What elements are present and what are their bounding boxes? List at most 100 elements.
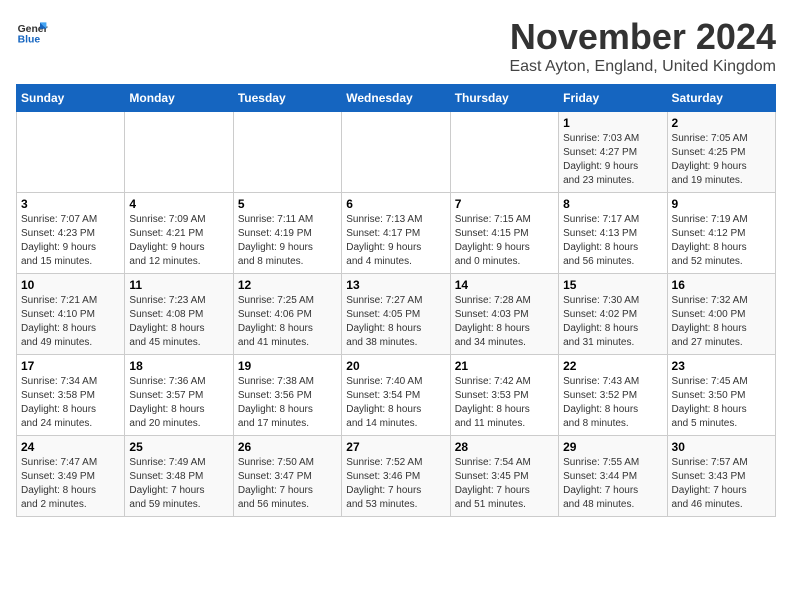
day-cell: 3 Sunrise: 7:07 AM Sunset: 4:23 PM Daylig… xyxy=(17,193,125,274)
day-header-saturday: Saturday xyxy=(667,85,775,112)
calendar-table: SundayMondayTuesdayWednesdayThursdayFrid… xyxy=(16,84,776,517)
day-info: Sunrise: 7:21 AM Sunset: 4:10 PM Dayligh… xyxy=(21,294,120,350)
day-cell: 30 Sunrise: 7:57 AM Sunset: 3:43 PM Dayli… xyxy=(667,436,775,517)
day-number: 22 xyxy=(563,359,662,373)
day-info: Sunrise: 7:57 AM Sunset: 3:43 PM Dayligh… xyxy=(672,456,771,512)
day-number: 23 xyxy=(672,359,771,373)
logo-icon: General Blue xyxy=(16,16,48,48)
day-cell: 5 Sunrise: 7:11 AM Sunset: 4:19 PM Daylig… xyxy=(233,193,341,274)
day-header-friday: Friday xyxy=(559,85,667,112)
month-title: November 2024 xyxy=(509,16,776,58)
day-number: 9 xyxy=(672,197,771,211)
day-cell: 28 Sunrise: 7:54 AM Sunset: 3:45 PM Dayli… xyxy=(450,436,558,517)
day-cell: 22 Sunrise: 7:43 AM Sunset: 3:52 PM Dayli… xyxy=(559,355,667,436)
day-cell: 7 Sunrise: 7:15 AM Sunset: 4:15 PM Daylig… xyxy=(450,193,558,274)
day-cell: 12 Sunrise: 7:25 AM Sunset: 4:06 PM Dayli… xyxy=(233,274,341,355)
day-info: Sunrise: 7:45 AM Sunset: 3:50 PM Dayligh… xyxy=(672,375,771,431)
day-cell xyxy=(17,112,125,193)
day-number: 21 xyxy=(455,359,554,373)
header-row: SundayMondayTuesdayWednesdayThursdayFrid… xyxy=(17,85,776,112)
day-number: 3 xyxy=(21,197,120,211)
day-number: 27 xyxy=(346,440,445,454)
day-number: 18 xyxy=(129,359,228,373)
day-header-wednesday: Wednesday xyxy=(342,85,450,112)
day-cell xyxy=(342,112,450,193)
day-number: 5 xyxy=(238,197,337,211)
day-info: Sunrise: 7:13 AM Sunset: 4:17 PM Dayligh… xyxy=(346,213,445,269)
day-header-tuesday: Tuesday xyxy=(233,85,341,112)
day-number: 26 xyxy=(238,440,337,454)
day-cell: 26 Sunrise: 7:50 AM Sunset: 3:47 PM Dayli… xyxy=(233,436,341,517)
day-number: 24 xyxy=(21,440,120,454)
header: General Blue November 2024 East Ayton, E… xyxy=(16,16,776,76)
day-cell: 25Sunrise: 7:49 AM Sunset: 3:48 PM Dayli… xyxy=(125,436,233,517)
day-info: Sunrise: 7:15 AM Sunset: 4:15 PM Dayligh… xyxy=(455,213,554,269)
day-info: Sunrise: 7:27 AM Sunset: 4:05 PM Dayligh… xyxy=(346,294,445,350)
day-number: 7 xyxy=(455,197,554,211)
day-cell: 29Sunrise: 7:55 AM Sunset: 3:44 PM Dayli… xyxy=(559,436,667,517)
day-header-monday: Monday xyxy=(125,85,233,112)
day-info: Sunrise: 7:07 AM Sunset: 4:23 PM Dayligh… xyxy=(21,213,120,269)
day-cell: 17Sunrise: 7:34 AM Sunset: 3:58 PM Dayli… xyxy=(17,355,125,436)
day-number: 19 xyxy=(238,359,337,373)
day-cell: 15 Sunrise: 7:30 AM Sunset: 4:02 PM Dayli… xyxy=(559,274,667,355)
day-info: Sunrise: 7:23 AM Sunset: 4:08 PM Dayligh… xyxy=(129,294,228,350)
day-info: Sunrise: 7:38 AM Sunset: 3:56 PM Dayligh… xyxy=(238,375,337,431)
day-number: 16 xyxy=(672,278,771,292)
day-cell: 2Sunrise: 7:05 AM Sunset: 4:25 PM Daylig… xyxy=(667,112,775,193)
day-cell xyxy=(450,112,558,193)
title-area: November 2024 East Ayton, England, Unite… xyxy=(509,16,776,76)
day-info: Sunrise: 7:17 AM Sunset: 4:13 PM Dayligh… xyxy=(563,213,662,269)
day-header-sunday: Sunday xyxy=(17,85,125,112)
day-info: Sunrise: 7:25 AM Sunset: 4:06 PM Dayligh… xyxy=(238,294,337,350)
day-number: 4 xyxy=(129,197,228,211)
day-cell: 20Sunrise: 7:40 AM Sunset: 3:54 PM Dayli… xyxy=(342,355,450,436)
day-cell xyxy=(233,112,341,193)
week-row-5: 24 Sunrise: 7:47 AM Sunset: 3:49 PM Dayli… xyxy=(17,436,776,517)
day-cell: 1Sunrise: 7:03 AM Sunset: 4:27 PM Daylig… xyxy=(559,112,667,193)
day-info: Sunrise: 7:09 AM Sunset: 4:21 PM Dayligh… xyxy=(129,213,228,269)
day-info: Sunrise: 7:47 AM Sunset: 3:49 PM Dayligh… xyxy=(21,456,120,512)
week-row-3: 10 Sunrise: 7:21 AM Sunset: 4:10 PM Dayli… xyxy=(17,274,776,355)
day-info: Sunrise: 7:42 AM Sunset: 3:53 PM Dayligh… xyxy=(455,375,554,431)
day-info: Sunrise: 7:50 AM Sunset: 3:47 PM Dayligh… xyxy=(238,456,337,512)
day-cell xyxy=(125,112,233,193)
day-cell: 6 Sunrise: 7:13 AM Sunset: 4:17 PM Daylig… xyxy=(342,193,450,274)
day-cell: 24 Sunrise: 7:47 AM Sunset: 3:49 PM Dayli… xyxy=(17,436,125,517)
day-cell: 10 Sunrise: 7:21 AM Sunset: 4:10 PM Dayli… xyxy=(17,274,125,355)
day-info: Sunrise: 7:28 AM Sunset: 4:03 PM Dayligh… xyxy=(455,294,554,350)
day-info: Sunrise: 7:52 AM Sunset: 3:46 PM Dayligh… xyxy=(346,456,445,512)
day-number: 6 xyxy=(346,197,445,211)
day-info: Sunrise: 7:36 AM Sunset: 3:57 PM Dayligh… xyxy=(129,375,228,431)
day-number: 12 xyxy=(238,278,337,292)
day-header-thursday: Thursday xyxy=(450,85,558,112)
day-info: Sunrise: 7:43 AM Sunset: 3:52 PM Dayligh… xyxy=(563,375,662,431)
day-number: 15 xyxy=(563,278,662,292)
day-cell: 14Sunrise: 7:28 AM Sunset: 4:03 PM Dayli… xyxy=(450,274,558,355)
day-info: Sunrise: 7:19 AM Sunset: 4:12 PM Dayligh… xyxy=(672,213,771,269)
week-row-1: 1Sunrise: 7:03 AM Sunset: 4:27 PM Daylig… xyxy=(17,112,776,193)
day-number: 28 xyxy=(455,440,554,454)
week-row-2: 3 Sunrise: 7:07 AM Sunset: 4:23 PM Daylig… xyxy=(17,193,776,274)
day-cell: 23 Sunrise: 7:45 AM Sunset: 3:50 PM Dayli… xyxy=(667,355,775,436)
day-info: Sunrise: 7:54 AM Sunset: 3:45 PM Dayligh… xyxy=(455,456,554,512)
day-number: 30 xyxy=(672,440,771,454)
week-row-4: 17Sunrise: 7:34 AM Sunset: 3:58 PM Dayli… xyxy=(17,355,776,436)
day-number: 17 xyxy=(21,359,120,373)
day-cell: 16 Sunrise: 7:32 AM Sunset: 4:00 PM Dayli… xyxy=(667,274,775,355)
day-cell: 21 Sunrise: 7:42 AM Sunset: 3:53 PM Dayli… xyxy=(450,355,558,436)
day-info: Sunrise: 7:55 AM Sunset: 3:44 PM Dayligh… xyxy=(563,456,662,512)
day-cell: 19 Sunrise: 7:38 AM Sunset: 3:56 PM Dayli… xyxy=(233,355,341,436)
day-cell: 13 Sunrise: 7:27 AM Sunset: 4:05 PM Dayli… xyxy=(342,274,450,355)
day-number: 13 xyxy=(346,278,445,292)
day-cell: 11 Sunrise: 7:23 AM Sunset: 4:08 PM Dayli… xyxy=(125,274,233,355)
day-cell: 4 Sunrise: 7:09 AM Sunset: 4:21 PM Daylig… xyxy=(125,193,233,274)
day-info: Sunrise: 7:32 AM Sunset: 4:00 PM Dayligh… xyxy=(672,294,771,350)
day-number: 10 xyxy=(21,278,120,292)
day-number: 11 xyxy=(129,278,228,292)
day-info: Sunrise: 7:30 AM Sunset: 4:02 PM Dayligh… xyxy=(563,294,662,350)
logo: General Blue xyxy=(16,16,48,48)
day-info: Sunrise: 7:11 AM Sunset: 4:19 PM Dayligh… xyxy=(238,213,337,269)
day-info: Sunrise: 7:40 AM Sunset: 3:54 PM Dayligh… xyxy=(346,375,445,431)
day-info: Sunrise: 7:05 AM Sunset: 4:25 PM Dayligh… xyxy=(672,132,771,188)
